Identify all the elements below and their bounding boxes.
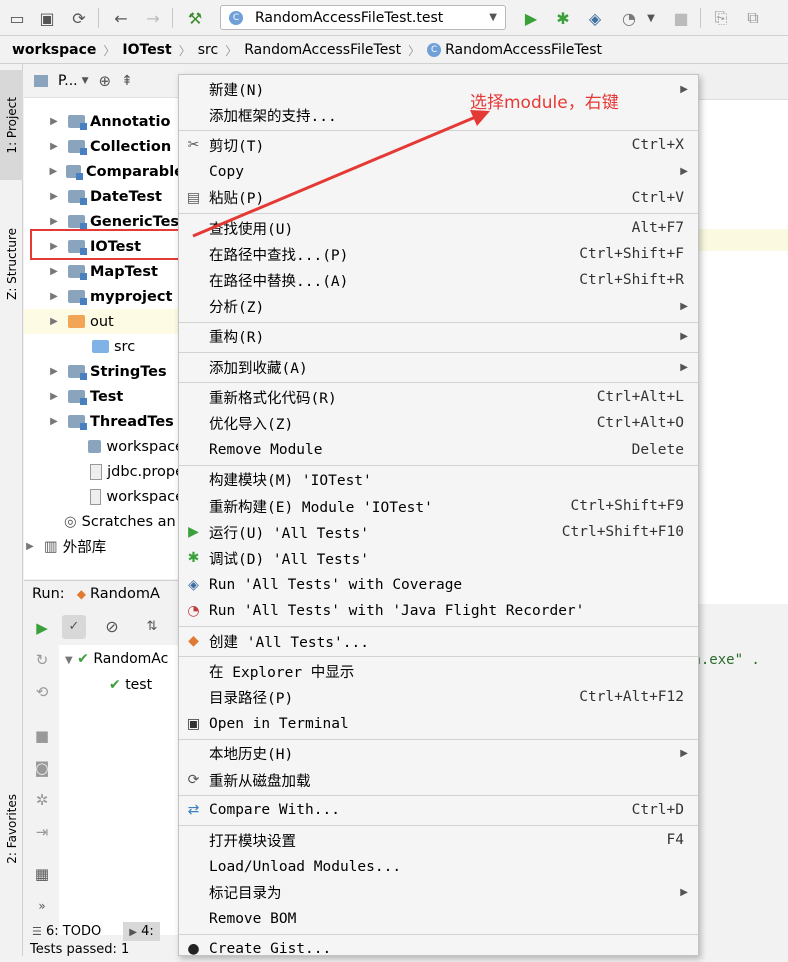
annotation-text: 选择module，右键 <box>470 93 619 113</box>
annotation-arrow <box>192 110 490 238</box>
